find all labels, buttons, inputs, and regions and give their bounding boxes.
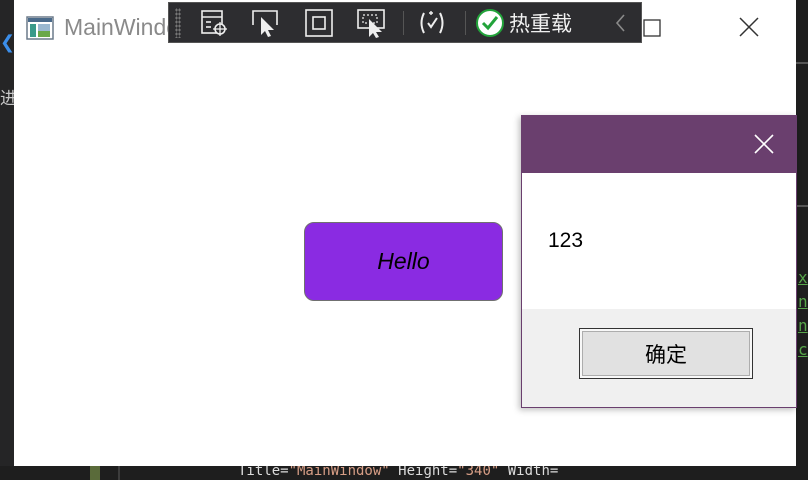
collapse-toolbar-chevron-icon[interactable] [609, 9, 633, 37]
hot-reload-button[interactable]: 热重载 [475, 7, 572, 39]
message-dialog: 123 确定 [521, 115, 797, 408]
ide-left-panel [0, 0, 14, 480]
ide-right-code: xnnc [798, 268, 808, 359]
go-to-live-visual-tree-icon[interactable] [197, 7, 231, 39]
wpf-window-icon [26, 16, 54, 40]
dialog-body: 123 [522, 173, 796, 309]
ok-button[interactable]: 确定 [579, 328, 753, 379]
select-element-icon[interactable] [249, 7, 283, 39]
toolbar-separator [403, 11, 404, 35]
ide-gutter-line [118, 466, 120, 480]
toolbar-grip-handle[interactable] [175, 8, 181, 38]
binding-failures-icon[interactable] [415, 7, 449, 39]
track-focused-element-icon[interactable] [355, 7, 389, 39]
dialog-close-button[interactable] [744, 128, 784, 162]
display-layout-adorners-icon[interactable] [303, 7, 337, 39]
close-button[interactable] [730, 12, 768, 44]
dialog-message: 123 [548, 229, 584, 252]
xaml-debug-toolbar: 热重载 [168, 2, 642, 43]
ide-right-divider [796, 205, 808, 207]
hello-button[interactable]: Hello [304, 222, 503, 301]
ide-change-marker [90, 466, 100, 480]
dialog-titlebar[interactable] [522, 116, 796, 173]
hot-reload-label: 热重载 [509, 12, 572, 36]
ide-right-divider [796, 62, 808, 64]
toolbar-separator [465, 11, 466, 35]
check-circle-icon [476, 9, 504, 37]
ide-right-panel [796, 0, 808, 480]
ide-expand-icon: ❮ [0, 32, 16, 53]
